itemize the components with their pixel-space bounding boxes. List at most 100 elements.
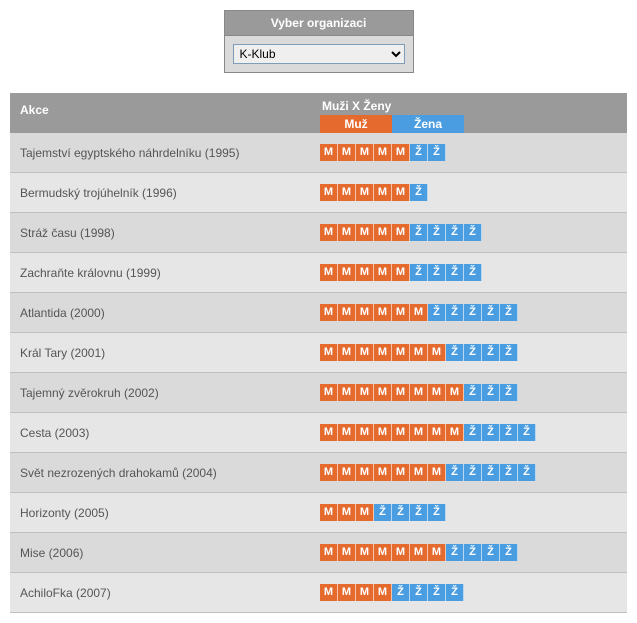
cell-m: M <box>410 544 428 561</box>
cell-z: Ž <box>428 264 446 281</box>
col-header-akce: Akce <box>10 93 320 133</box>
cell-m: M <box>338 504 356 521</box>
cell-z: Ž <box>428 144 446 161</box>
cell-m: M <box>320 144 338 161</box>
cell-z: Ž <box>482 384 500 401</box>
legend-title: Muži X Ženy <box>320 99 627 115</box>
cell-z: Ž <box>482 424 500 441</box>
cell-m: M <box>374 544 392 561</box>
cell-z: Ž <box>446 544 464 561</box>
cell-z: Ž <box>482 344 500 361</box>
row-cells: MMMMŽŽŽŽ <box>320 576 627 609</box>
cell-m: M <box>338 464 356 481</box>
cell-z: Ž <box>428 584 446 601</box>
row-cells: MMMMMŽŽ <box>320 136 627 169</box>
legend-z: Žena <box>392 115 464 133</box>
cell-z: Ž <box>446 344 464 361</box>
cell-z: Ž <box>464 384 482 401</box>
cell-m: M <box>356 584 374 601</box>
legend-m: Muž <box>320 115 392 133</box>
cell-z: Ž <box>410 144 428 161</box>
cell-m: M <box>338 544 356 561</box>
table-row: Tajemství egyptského náhrdelníku (1995)M… <box>10 133 627 173</box>
data-table: Akce Muži X Ženy Muž Žena Tajemství egyp… <box>10 93 627 613</box>
cell-m: M <box>392 144 410 161</box>
cell-z: Ž <box>500 304 518 321</box>
cell-z: Ž <box>428 224 446 241</box>
cell-z: Ž <box>464 344 482 361</box>
cell-m: M <box>428 344 446 361</box>
cell-m: M <box>392 544 410 561</box>
cell-m: M <box>374 184 392 201</box>
cell-m: M <box>338 144 356 161</box>
cell-m: M <box>320 184 338 201</box>
table-row: Horizonty (2005)MMMŽŽŽŽ <box>10 493 627 533</box>
org-select[interactable]: K-Klub <box>233 44 405 64</box>
cell-m: M <box>374 344 392 361</box>
row-name: Bermudský trojúhelník (1996) <box>10 176 320 210</box>
cell-m: M <box>356 184 374 201</box>
cell-m: M <box>338 424 356 441</box>
cell-z: Ž <box>410 504 428 521</box>
table-row: Svět nezrozených drahokamů (2004)MMMMMMM… <box>10 453 627 493</box>
cell-z: Ž <box>464 424 482 441</box>
cell-m: M <box>446 384 464 401</box>
row-name: Atlantida (2000) <box>10 296 320 330</box>
row-name: Cesta (2003) <box>10 416 320 450</box>
table-row: Zachraňte královnu (1999)MMMMMŽŽŽŽ <box>10 253 627 293</box>
cell-m: M <box>320 384 338 401</box>
cell-z: Ž <box>482 464 500 481</box>
row-cells: MMMMMŽŽŽŽ <box>320 216 627 249</box>
cell-z: Ž <box>446 464 464 481</box>
cell-z: Ž <box>500 344 518 361</box>
table-row: Bermudský trojúhelník (1996)MMMMMŽ <box>10 173 627 213</box>
cell-z: Ž <box>446 584 464 601</box>
row-cells: MMMMMMŽŽŽŽŽ <box>320 296 627 329</box>
cell-m: M <box>428 464 446 481</box>
row-name: AchiloFka (2007) <box>10 576 320 610</box>
cell-m: M <box>356 224 374 241</box>
cell-m: M <box>320 344 338 361</box>
org-selector-panel: Vyber organizaci K-Klub <box>224 10 414 73</box>
cell-m: M <box>410 304 428 321</box>
cell-m: M <box>428 424 446 441</box>
cell-z: Ž <box>410 224 428 241</box>
cell-m: M <box>338 184 356 201</box>
cell-m: M <box>374 424 392 441</box>
table-row: Atlantida (2000)MMMMMMŽŽŽŽŽ <box>10 293 627 333</box>
cell-m: M <box>320 584 338 601</box>
cell-z: Ž <box>392 584 410 601</box>
row-cells: MMMMMŽŽŽŽ <box>320 256 627 289</box>
cell-m: M <box>374 304 392 321</box>
cell-m: M <box>320 264 338 281</box>
cell-m: M <box>320 544 338 561</box>
cell-z: Ž <box>500 424 518 441</box>
table-row: Cesta (2003)MMMMMMMMŽŽŽŽ <box>10 413 627 453</box>
cell-m: M <box>392 224 410 241</box>
cell-m: M <box>428 544 446 561</box>
cell-m: M <box>392 464 410 481</box>
cell-z: Ž <box>500 464 518 481</box>
legend-bars: Muž Žena <box>320 115 627 133</box>
cell-z: Ž <box>446 224 464 241</box>
cell-m: M <box>410 424 428 441</box>
table-header: Akce Muži X Ženy Muž Žena <box>10 93 627 133</box>
cell-m: M <box>320 224 338 241</box>
cell-m: M <box>374 264 392 281</box>
table-row: Tajemný zvěrokruh (2002)MMMMMMMMŽŽŽ <box>10 373 627 413</box>
org-selector-body: K-Klub <box>225 36 413 72</box>
cell-z: Ž <box>464 464 482 481</box>
cell-m: M <box>338 304 356 321</box>
row-name: Stráž času (1998) <box>10 216 320 250</box>
row-cells: MMMMMŽ <box>320 176 627 209</box>
cell-z: Ž <box>446 304 464 321</box>
cell-z: Ž <box>518 424 536 441</box>
cell-z: Ž <box>446 264 464 281</box>
cell-m: M <box>410 464 428 481</box>
cell-z: Ž <box>464 544 482 561</box>
org-selector-title: Vyber organizaci <box>225 11 413 36</box>
cell-z: Ž <box>464 304 482 321</box>
row-name: Mise (2006) <box>10 536 320 570</box>
cell-m: M <box>356 464 374 481</box>
row-cells: MMMMMMMMŽŽŽ <box>320 376 627 409</box>
